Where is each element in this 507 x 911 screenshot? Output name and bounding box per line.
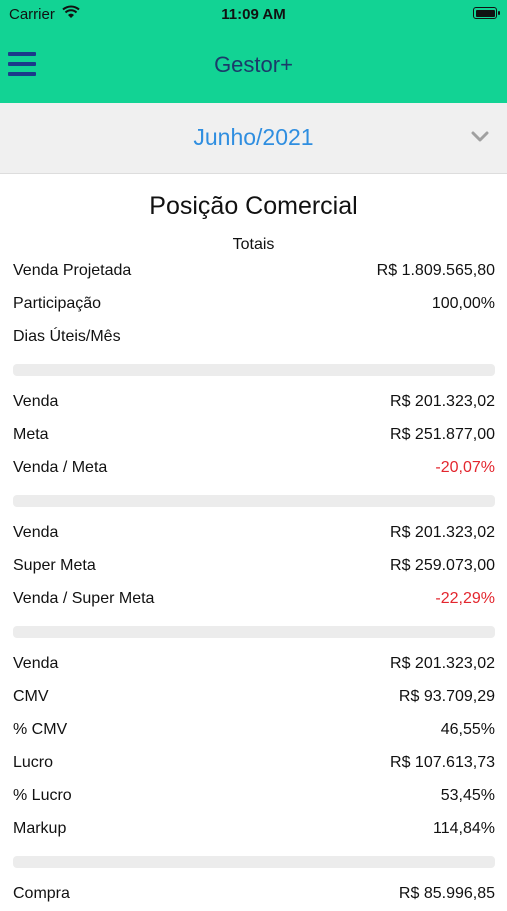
row-value: 53,45% xyxy=(440,787,495,804)
section-divider xyxy=(13,616,495,648)
row-label: CMV xyxy=(13,688,49,705)
row-label: Super Meta xyxy=(13,557,96,574)
row-label: Venda / Super Meta xyxy=(13,590,155,607)
row-value: 100,00% xyxy=(431,295,495,312)
section-subtitle: Totais xyxy=(232,236,275,253)
row-label: Meta xyxy=(13,426,49,443)
row-value: -20,07% xyxy=(435,459,495,476)
row-value: R$ 201.323,02 xyxy=(390,393,495,410)
app-title: Gestor+ xyxy=(214,52,293,77)
table-row: Compra R$ 85.996,85 xyxy=(13,878,495,911)
period-selector[interactable]: Junho/2021 xyxy=(0,103,507,174)
table-row: Meta R$ 251.877,00 xyxy=(13,419,495,452)
row-value: R$ 201.323,02 xyxy=(390,655,495,672)
row-value: R$ 251.877,00 xyxy=(390,426,495,443)
table-row: Venda Projetada R$ 1.809.565,80 xyxy=(13,255,495,288)
section-divider xyxy=(13,485,495,517)
table-row: Venda / Super Meta -22,29% xyxy=(13,583,495,616)
row-label: Markup xyxy=(13,820,67,837)
table-row: % Lucro 53,45% xyxy=(13,780,495,813)
row-label: Participação xyxy=(13,295,102,312)
chevron-down-icon xyxy=(471,130,489,148)
report-list: Venda Projetada R$ 1.809.565,80 Participa… xyxy=(13,255,495,911)
clock: 11:09 AM xyxy=(221,6,286,23)
battery-icon xyxy=(473,7,500,19)
row-value: R$ 107.613,73 xyxy=(390,754,495,771)
row-label: Dias Úteis/Mês xyxy=(13,328,121,345)
table-row: Participação 100,00% xyxy=(13,288,495,321)
row-value: R$ 1.809.565,80 xyxy=(376,262,495,279)
table-row: Venda R$ 201.323,02 xyxy=(13,386,495,419)
row-value: -22,29% xyxy=(435,590,495,607)
period-label: Junho/2021 xyxy=(193,124,314,150)
row-value: R$ 201.323,02 xyxy=(390,524,495,541)
table-row: Venda / Meta -20,07% xyxy=(13,452,495,485)
page-title: Posição Comercial xyxy=(149,192,358,220)
table-row: Super Meta R$ 259.073,00 xyxy=(13,550,495,583)
row-label: % Lucro xyxy=(13,787,72,804)
table-row: Venda R$ 201.323,02 xyxy=(13,517,495,550)
nav-bar: Gestor+ xyxy=(0,30,507,103)
row-value: R$ 93.709,29 xyxy=(398,688,495,705)
table-row: Lucro R$ 107.613,73 xyxy=(13,747,495,780)
table-row: Dias Úteis/Mês xyxy=(13,321,495,354)
row-label: Compra xyxy=(13,885,70,902)
row-label: Lucro xyxy=(13,754,54,771)
row-label: % CMV xyxy=(13,721,68,738)
table-row: % CMV 46,55% xyxy=(13,714,495,747)
row-label: Venda / Meta xyxy=(13,459,108,476)
row-value: 114,84% xyxy=(433,820,495,837)
table-row: Markup 114,84% xyxy=(13,813,495,846)
table-row: CMV R$ 93.709,29 xyxy=(13,681,495,714)
row-label: Venda xyxy=(13,655,59,672)
row-label: Venda xyxy=(13,393,59,410)
row-value: 46,55% xyxy=(440,721,495,738)
status-bar: Carrier 11:09 AM xyxy=(0,0,507,30)
table-row: Venda R$ 201.323,02 xyxy=(13,648,495,681)
section-divider xyxy=(13,846,495,878)
row-label: Venda Projetada xyxy=(13,262,132,279)
section-divider xyxy=(13,354,495,386)
row-value: R$ 85.996,85 xyxy=(398,885,495,902)
row-label: Venda xyxy=(13,524,59,541)
row-value: R$ 259.073,00 xyxy=(390,557,495,574)
